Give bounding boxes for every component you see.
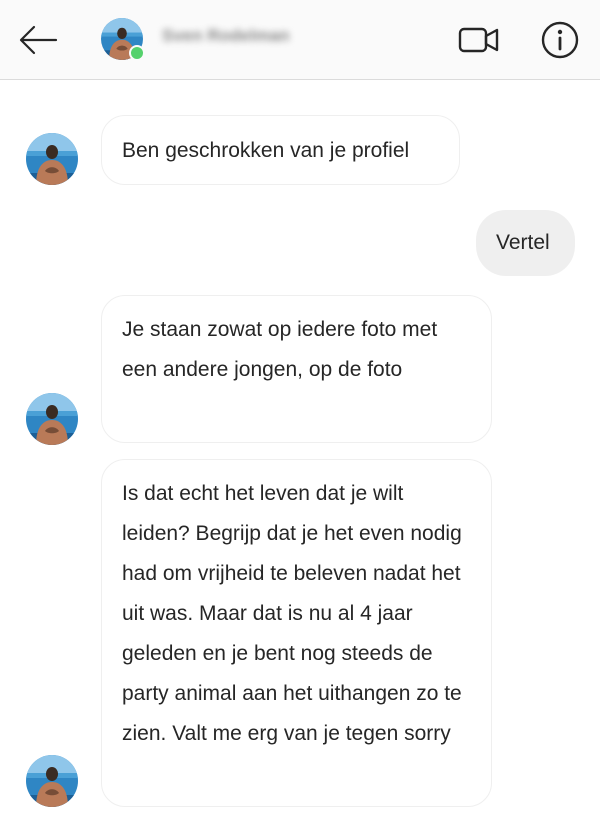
- message-bubble-incoming[interactable]: Is dat echt het leven dat je wilt leiden…: [101, 459, 492, 807]
- message-bubble-incoming[interactable]: Je staan zowat op iedere foto met een an…: [101, 295, 492, 443]
- video-camera-icon: [458, 27, 499, 53]
- video-call-button[interactable]: [456, 20, 502, 60]
- arrow-left-icon: [19, 25, 58, 55]
- chat-header: Sven Rodelman: [0, 0, 600, 80]
- contact-name[interactable]: Sven Rodelman: [162, 26, 290, 46]
- conversation-info-button[interactable]: [538, 18, 582, 62]
- sender-avatar[interactable]: [26, 133, 78, 185]
- info-circle-icon: [541, 21, 579, 59]
- sender-avatar[interactable]: [26, 755, 78, 807]
- back-button[interactable]: [16, 20, 60, 60]
- message-bubble-incoming[interactable]: Ben geschrokken van je profiel: [101, 115, 460, 185]
- message-bubble-outgoing[interactable]: Vertel: [476, 210, 575, 276]
- sender-avatar[interactable]: [26, 393, 78, 445]
- online-status-dot: [129, 45, 145, 61]
- header-avatar[interactable]: [101, 18, 145, 61]
